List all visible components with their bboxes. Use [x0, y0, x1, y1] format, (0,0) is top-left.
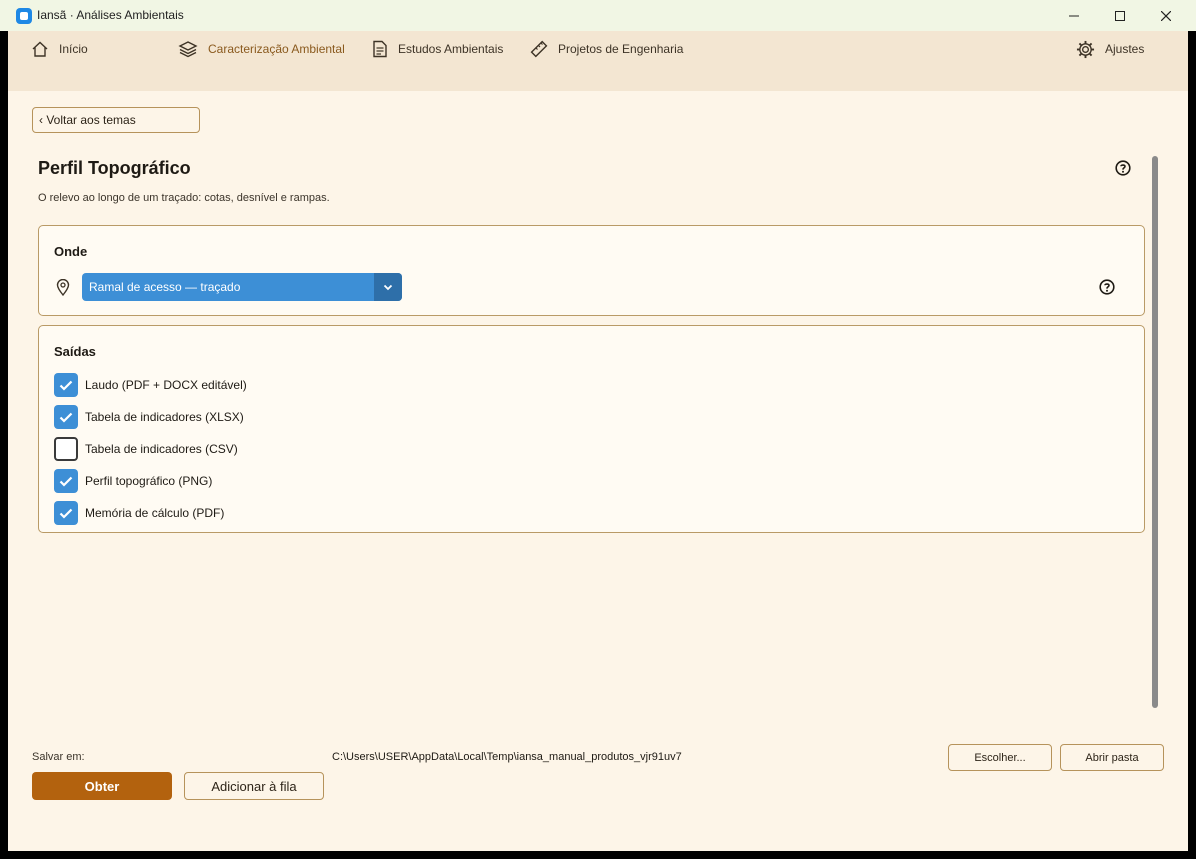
- back-to-themes-button[interactable]: ‹ Voltar aos temas: [32, 107, 200, 133]
- checkbox-label: Tabela de indicadores (XLSX): [85, 410, 244, 424]
- chevron-down-icon[interactable]: [374, 273, 402, 301]
- checkbox-perfil-png[interactable]: Perfil topográfico (PNG): [54, 469, 212, 493]
- checkbox-label: Tabela de indicadores (CSV): [85, 442, 238, 456]
- onde-card: Onde: [38, 225, 1145, 316]
- nav-item-caracterizacao-ambiental[interactable]: Caracterização Ambiental: [178, 39, 345, 59]
- page-subtitle: O relevo ao longo de um traçado: cotas, …: [38, 192, 330, 204]
- document-icon: [373, 40, 387, 58]
- checkbox-checked[interactable]: [54, 373, 78, 397]
- check-icon: [59, 508, 73, 519]
- nav-label: Início: [59, 42, 88, 56]
- top-navigation: Início Caracterização Ambiental Estudos …: [8, 31, 1188, 91]
- nav-item-estudos-ambientais[interactable]: Estudos Ambientais: [372, 39, 503, 59]
- saidas-title: Saídas: [54, 344, 96, 359]
- gear-icon: [1076, 40, 1095, 58]
- nav-label: Projetos de Engenharia: [558, 42, 684, 56]
- obter-button[interactable]: Obter: [32, 772, 172, 800]
- add-to-queue-button[interactable]: Adicionar à fila: [184, 772, 324, 800]
- location-select[interactable]: Ramal de acesso — traçado: [82, 273, 402, 301]
- ruler-icon: [530, 40, 548, 58]
- checkbox-checked[interactable]: [54, 405, 78, 429]
- nav-item-inicio[interactable]: Início: [31, 39, 88, 59]
- save-path: C:\Users\USER\AppData\Local\Temp\iansa_m…: [332, 751, 682, 763]
- app-window: Início Caracterização Ambiental Estudos …: [8, 31, 1188, 851]
- open-folder-button[interactable]: Abrir pasta: [1060, 744, 1164, 771]
- minimize-icon[interactable]: [1051, 0, 1097, 31]
- home-icon: [32, 41, 48, 57]
- check-icon: [59, 476, 73, 487]
- close-icon[interactable]: [1143, 0, 1189, 31]
- nav-item-projetos-de-engenharia[interactable]: Projetos de Engenharia: [530, 39, 683, 59]
- checkbox-tabela-csv[interactable]: Tabela de indicadores (CSV): [54, 437, 238, 461]
- check-icon: [59, 380, 73, 391]
- page-title: Perfil Topográfico: [38, 158, 191, 178]
- layers-icon: [178, 41, 198, 58]
- nav-item-ajustes[interactable]: Ajustes: [1076, 39, 1144, 59]
- onde-title: Onde: [54, 244, 88, 259]
- checkbox-unchecked[interactable]: [54, 437, 78, 461]
- checkbox-label: Memória de cálculo (PDF): [85, 506, 225, 520]
- nav-label: Estudos Ambientais: [398, 42, 504, 56]
- nav-label: Ajustes: [1105, 42, 1145, 56]
- map-pin-icon: [56, 279, 70, 296]
- checkbox-label: Perfil topográfico (PNG): [85, 474, 213, 488]
- nav-label: Caracterização Ambiental: [208, 42, 345, 56]
- checkbox-tabela-xlsx[interactable]: Tabela de indicadores (XLSX): [54, 405, 244, 429]
- window-title: Iansã · Análises Ambientais: [37, 8, 184, 22]
- maximize-icon[interactable]: [1097, 0, 1143, 31]
- choose-folder-button[interactable]: Escolher...: [948, 744, 1052, 771]
- checkbox-checked[interactable]: [54, 501, 78, 525]
- checkbox-checked[interactable]: [54, 469, 78, 493]
- help-icon[interactable]: [1115, 160, 1131, 176]
- app-icon: [16, 8, 32, 24]
- checkbox-label: Laudo (PDF + DOCX editável): [85, 378, 247, 392]
- location-select-value: Ramal de acesso — traçado: [89, 280, 241, 294]
- vertical-scrollbar[interactable]: [1152, 156, 1158, 708]
- window-titlebar: Iansã · Análises Ambientais: [0, 0, 1196, 31]
- checkbox-laudo[interactable]: Laudo (PDF + DOCX editável): [54, 373, 247, 397]
- checkbox-memoria-pdf[interactable]: Memória de cálculo (PDF): [54, 501, 224, 525]
- save-location-label: Salvar em:: [32, 751, 85, 763]
- check-icon: [59, 412, 73, 423]
- help-icon[interactable]: [1099, 279, 1115, 295]
